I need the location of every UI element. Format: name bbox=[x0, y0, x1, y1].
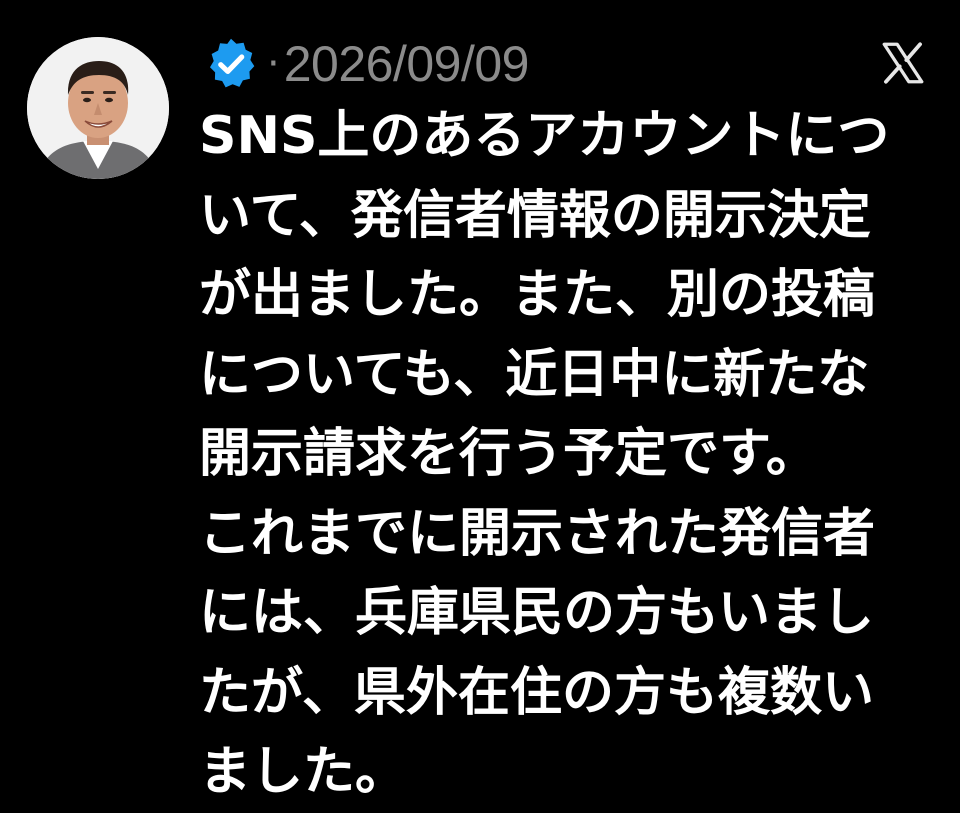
author-avatar[interactable] bbox=[27, 37, 169, 179]
post-text-line: についても、近日中に新たな bbox=[199, 344, 870, 405]
post-text-line: が出ました。また、別の投稿 bbox=[199, 265, 876, 325]
verified-checkmark-icon bbox=[210, 38, 255, 88]
post-header: · 2026/09/09 bbox=[203, 24, 529, 104]
post-text-line: SNS上のあるアカウントにつ bbox=[199, 106, 890, 166]
post-text-line: ました。 bbox=[199, 742, 408, 802]
post-body: SNS上のあるアカウントにつ いて、発信者情報の開示決定 が出ました。また、別の… bbox=[199, 97, 934, 813]
separator-dot: · bbox=[267, 41, 280, 87]
post-text-line: 開示請求を行う予定です。 bbox=[199, 424, 818, 484]
post-timestamp[interactable]: 2026/09/09 bbox=[284, 39, 530, 89]
post-text-line: これまでに開示された発信者 bbox=[199, 503, 876, 564]
x-logo-icon[interactable] bbox=[878, 38, 928, 88]
post-text-line: には、兵庫県民の方もいまし bbox=[199, 583, 874, 643]
post-text-line: たが、県外在住の方も複数い bbox=[199, 662, 874, 723]
avatar-image bbox=[27, 37, 169, 179]
post-card: · 2026/09/09 SNS上のあるアカウントにつ いて、発信者情報の開示決… bbox=[0, 0, 960, 802]
post-text-line: いて、発信者情報の開示決定 bbox=[199, 185, 871, 246]
